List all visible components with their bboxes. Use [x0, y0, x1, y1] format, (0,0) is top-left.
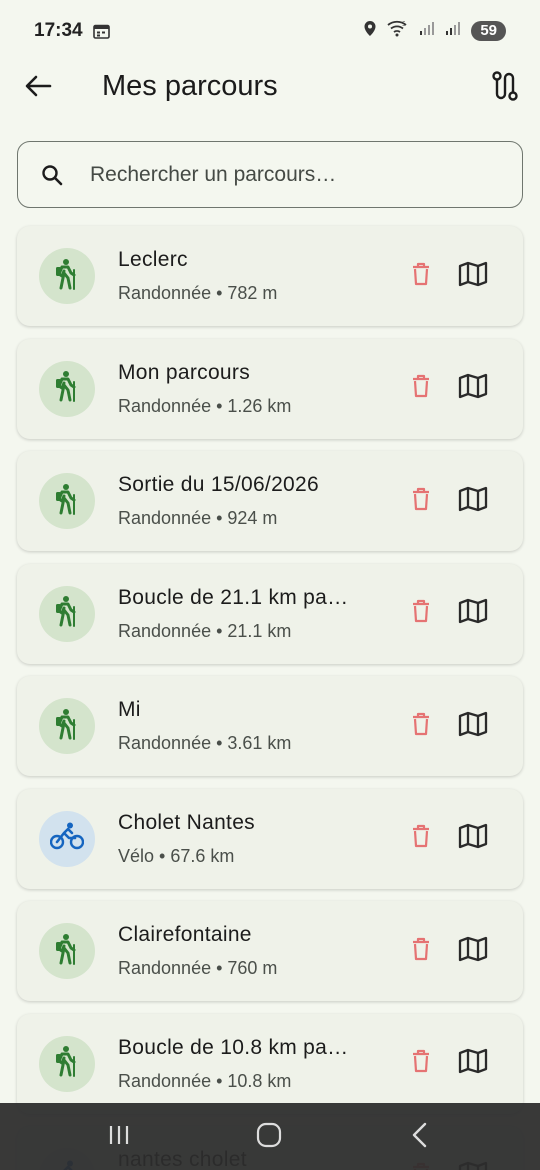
trash-icon — [411, 374, 431, 403]
route-icon — [491, 70, 519, 106]
trash-icon — [411, 937, 431, 966]
map-icon — [458, 486, 488, 517]
search-field[interactable] — [17, 141, 523, 208]
activity-avatar — [39, 923, 95, 979]
hike-icon — [52, 595, 82, 632]
route-card[interactable]: Sortie du 15/06/2026 Randonnée • 924 m — [17, 451, 523, 551]
signal-icon — [419, 21, 435, 41]
route-name: Cholet Nantes — [118, 810, 255, 834]
recent-apps-button[interactable] — [104, 1123, 134, 1151]
route-details: Randonnée • 782 m — [118, 283, 278, 303]
route-details: Randonnée • 21.1 km — [118, 620, 292, 641]
route-card[interactable]: Leclerc Randonnée • 782 m — [17, 226, 523, 326]
activity-avatar — [39, 248, 95, 304]
activity-avatar — [39, 585, 95, 642]
hike-icon — [52, 483, 82, 520]
map-icon — [458, 823, 488, 854]
battery-indicator: 59 — [471, 21, 506, 41]
route-name: Boucle de 21.1 km pa… — [118, 585, 349, 609]
map-button[interactable] — [457, 261, 489, 292]
arrow-back-icon — [24, 74, 52, 103]
delete-button[interactable] — [407, 599, 435, 628]
trash-icon — [411, 262, 431, 291]
trash-icon — [411, 599, 431, 628]
back-button[interactable] — [22, 73, 54, 103]
route-card[interactable]: Cholet Nantes Vélo • 67.6 km — [17, 788, 523, 889]
delete-button[interactable] — [407, 374, 435, 403]
map-icon — [458, 598, 488, 629]
bike-icon — [49, 822, 85, 855]
route-card[interactable]: Mi Randonnée • 3.61 km — [17, 676, 523, 776]
trash-icon — [411, 1049, 431, 1078]
activity-avatar — [39, 1035, 95, 1092]
app-bar: Mes parcours — [0, 62, 540, 114]
map-icon — [458, 373, 488, 404]
home-button[interactable] — [254, 1122, 284, 1153]
trash-icon — [411, 712, 431, 741]
map-button[interactable] — [457, 823, 489, 854]
route-name: Mon parcours — [118, 360, 250, 384]
route-details: Vélo • 67.6 km — [118, 845, 235, 866]
map-button[interactable] — [457, 936, 489, 967]
delete-button[interactable] — [407, 487, 435, 515]
status-time: 17:34 — [34, 20, 83, 41]
route-button[interactable] — [488, 70, 522, 106]
chevron-left-icon — [411, 1122, 429, 1153]
wifi-icon: 5 — [387, 20, 409, 42]
map-icon — [458, 1048, 488, 1079]
route-details: Randonnée • 924 m — [118, 508, 278, 528]
delete-button[interactable] — [407, 824, 435, 853]
route-details: Randonnée • 1.26 km — [118, 395, 292, 416]
trash-icon — [411, 824, 431, 853]
home-icon — [256, 1122, 282, 1153]
hike-icon — [52, 708, 82, 745]
route-name: Sortie du 15/06/2026 — [118, 473, 319, 496]
hike-icon — [52, 258, 82, 295]
search-icon — [40, 163, 64, 187]
hike-icon — [52, 933, 82, 970]
system-back-button[interactable] — [405, 1122, 435, 1153]
calendar-icon — [92, 24, 110, 39]
map-icon — [458, 936, 488, 967]
delete-button[interactable] — [407, 262, 435, 290]
route-card[interactable]: Clairefontaine Randonnée • 760 m — [17, 901, 523, 1001]
trash-icon — [411, 487, 431, 516]
search-input[interactable] — [90, 162, 490, 187]
activity-avatar — [39, 698, 95, 754]
hike-icon — [52, 1045, 82, 1082]
location-icon — [363, 20, 377, 42]
activity-avatar — [39, 360, 95, 417]
route-details: Randonnée • 3.61 km — [118, 733, 292, 753]
signal-icon-2 — [445, 21, 461, 41]
page-title: Mes parcours — [102, 70, 278, 102]
map-button[interactable] — [457, 1048, 489, 1079]
map-button[interactable] — [457, 486, 489, 517]
delete-button[interactable] — [407, 937, 435, 965]
recent-apps-icon — [107, 1124, 131, 1151]
svg-text:5: 5 — [402, 21, 406, 28]
activity-avatar — [39, 810, 95, 867]
route-name: Leclerc — [118, 248, 188, 271]
route-details: Randonnée • 760 m — [118, 958, 278, 978]
map-button[interactable] — [457, 373, 489, 404]
delete-button[interactable] — [407, 712, 435, 740]
route-card[interactable]: Mon parcours Randonnée • 1.26 km — [17, 338, 523, 439]
map-button[interactable] — [457, 711, 489, 742]
hike-icon — [52, 370, 82, 407]
map-button[interactable] — [457, 598, 489, 629]
route-card[interactable]: Boucle de 21.1 km pa… Randonnée • 21.1 km — [17, 563, 523, 664]
system-nav-bar — [0, 1103, 540, 1170]
route-name: Mi — [118, 698, 141, 721]
activity-avatar — [39, 473, 95, 529]
route-name: Clairefontaine — [118, 923, 252, 946]
route-card[interactable]: Boucle de 10.8 km pa… Randonnée • 10.8 km — [17, 1013, 523, 1114]
status-bar: 17:34 5 59 — [0, 0, 540, 62]
map-icon — [458, 711, 488, 742]
map-icon — [458, 261, 488, 292]
route-details: Randonnée • 10.8 km — [118, 1070, 292, 1091]
delete-button[interactable] — [407, 1049, 435, 1078]
route-name: Boucle de 10.8 km pa… — [118, 1035, 349, 1059]
